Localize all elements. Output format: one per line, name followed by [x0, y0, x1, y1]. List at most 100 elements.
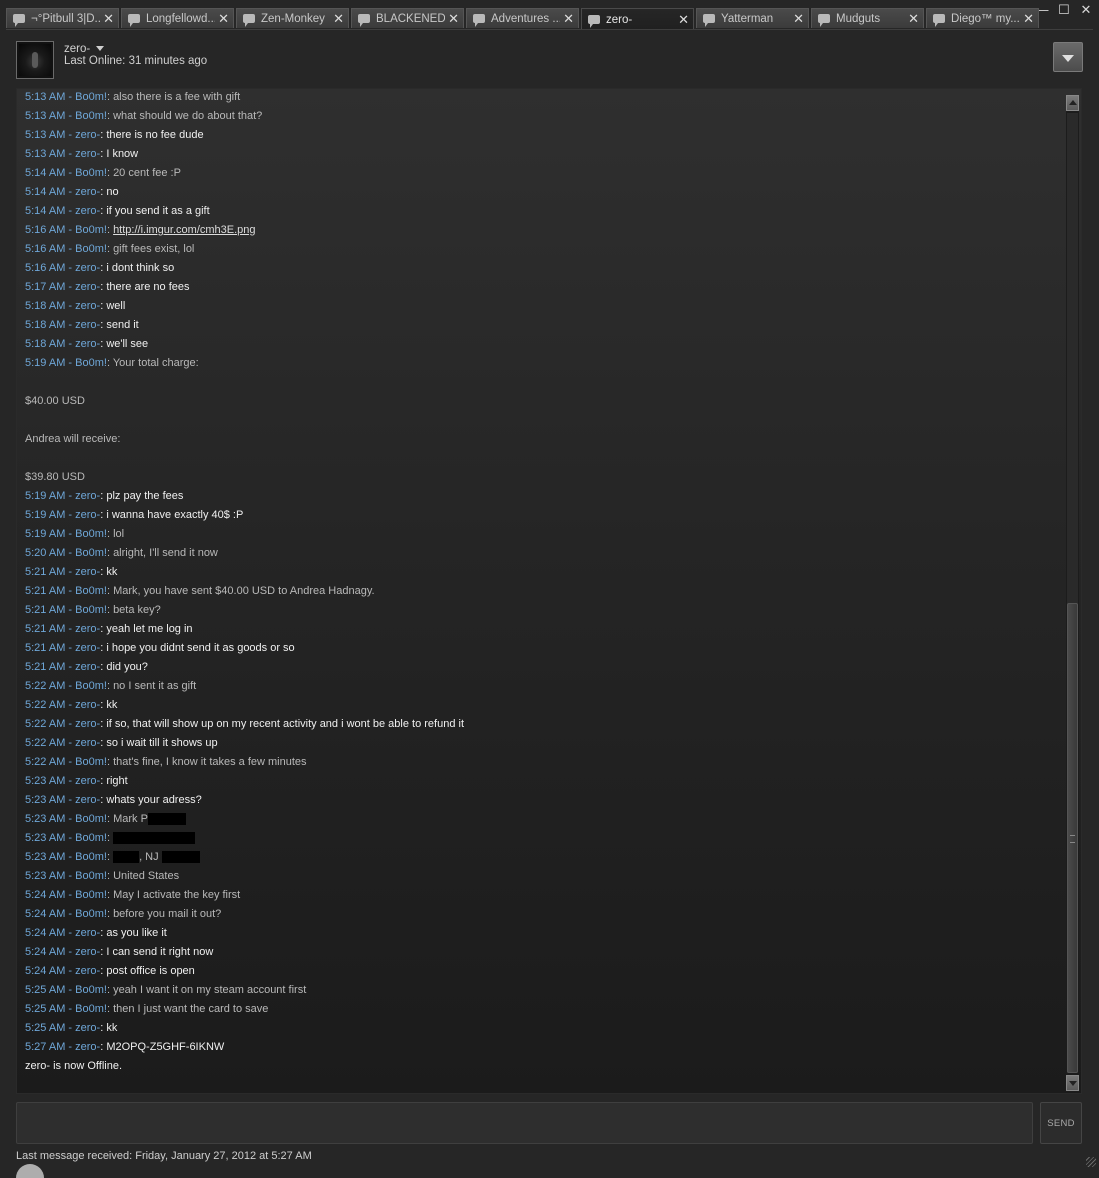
- message-sender[interactable]: zero-: [75, 1041, 100, 1053]
- chat-line: 5:24 AM - zero-: as you like it: [25, 925, 464, 944]
- chat-line: 5:22 AM - Bo0m!: that's fine, I know it …: [25, 754, 464, 773]
- chat-tab[interactable]: BLACKENED ✕: [351, 8, 464, 28]
- chat-line: 5:24 AM - Bo0m!: before you mail it out?: [25, 906, 464, 925]
- message-sender[interactable]: zero-: [75, 718, 100, 730]
- message-timestamp: 5:13 AM: [25, 110, 66, 122]
- message-sender[interactable]: Bo0m!: [75, 870, 107, 882]
- chat-tab[interactable]: Adventures ... ✕: [466, 8, 579, 28]
- chat-tab[interactable]: Zen-Monkey ✕: [236, 8, 349, 28]
- chat-tab[interactable]: zero- ✕: [581, 8, 694, 30]
- scroll-thumb[interactable]: [1067, 603, 1078, 1073]
- message-sender[interactable]: zero-: [75, 566, 100, 578]
- chat-log[interactable]: 5:13 AM - Bo0m!: also there is a fee wit…: [16, 88, 1082, 1094]
- message-sender[interactable]: Bo0m!: [75, 528, 107, 540]
- message-sender[interactable]: zero-: [75, 623, 100, 635]
- message-sender[interactable]: Bo0m!: [75, 889, 107, 901]
- chat-tab[interactable]: ¬°Pitbull 3|D... ✕: [6, 8, 119, 28]
- message-sender[interactable]: zero-: [75, 699, 100, 711]
- redacted-block: [113, 832, 196, 845]
- message-sender[interactable]: zero-: [75, 281, 100, 293]
- scroll-track[interactable]: [1067, 113, 1078, 1073]
- message-sender[interactable]: Bo0m!: [75, 908, 107, 920]
- message-list: 5:13 AM - Bo0m!: also there is a fee wit…: [25, 89, 464, 1077]
- message-sender[interactable]: Bo0m!: [75, 832, 107, 844]
- close-tab-icon[interactable]: ✕: [563, 11, 574, 27]
- maximize-icon[interactable]: ☐: [1057, 2, 1071, 18]
- chat-tab[interactable]: Mudguts ✕: [811, 8, 924, 28]
- separator: -: [65, 813, 76, 825]
- message-sender[interactable]: Bo0m!: [75, 851, 107, 863]
- message-sender[interactable]: Bo0m!: [75, 243, 107, 255]
- message-sender[interactable]: zero-: [75, 509, 100, 521]
- scroll-down-icon[interactable]: [1066, 1075, 1079, 1091]
- message-sender[interactable]: zero-: [75, 794, 100, 806]
- message-text: as you like it: [106, 927, 167, 939]
- scrollbar[interactable]: [1066, 95, 1079, 1091]
- message-sender[interactable]: Bo0m!: [75, 547, 107, 559]
- close-icon[interactable]: ✕: [1079, 2, 1093, 18]
- message-sender[interactable]: zero-: [75, 946, 100, 958]
- chat-tab[interactable]: Yatterman ✕: [696, 8, 809, 28]
- message-text: gift fees exist, lol: [113, 243, 195, 255]
- chevron-down-icon[interactable]: [96, 46, 105, 52]
- chat-line: 5:14 AM - zero-: if you send it as a gif…: [25, 203, 464, 222]
- chat-line: 5:13 AM - zero-: I know: [25, 146, 464, 165]
- avatar[interactable]: [16, 41, 54, 79]
- message-sender[interactable]: Bo0m!: [75, 756, 107, 768]
- message-sender[interactable]: Bo0m!: [75, 91, 107, 103]
- message-sender[interactable]: Bo0m!: [75, 1003, 107, 1015]
- message-sender[interactable]: Bo0m!: [75, 813, 107, 825]
- tab-label: BLACKENED: [376, 12, 446, 25]
- close-tab-icon[interactable]: ✕: [103, 11, 114, 27]
- message-sender[interactable]: Bo0m!: [75, 224, 107, 236]
- chat-line: 5:21 AM - zero-: yeah let me log in: [25, 621, 464, 640]
- message-sender[interactable]: Bo0m!: [75, 984, 107, 996]
- separator: -: [65, 927, 76, 939]
- close-tab-icon[interactable]: ✕: [908, 11, 919, 27]
- message-sender[interactable]: zero-: [75, 927, 100, 939]
- message-link[interactable]: http://i.imgur.com/cmh3E.png: [113, 224, 255, 236]
- close-tab-icon[interactable]: ✕: [1023, 11, 1034, 27]
- message-text: kk: [106, 566, 118, 578]
- send-button[interactable]: SEND: [1040, 1102, 1082, 1144]
- message-sender[interactable]: zero-: [75, 262, 100, 274]
- message-sender[interactable]: Bo0m!: [75, 680, 107, 692]
- message-sender[interactable]: zero-: [75, 965, 100, 977]
- message-sender[interactable]: zero-: [75, 490, 100, 502]
- message-sender[interactable]: zero-: [75, 661, 100, 673]
- chat-menu-button[interactable]: [1053, 42, 1083, 72]
- message-sender[interactable]: zero-: [75, 186, 100, 198]
- close-tab-icon[interactable]: ✕: [333, 11, 344, 27]
- message-sender[interactable]: zero-: [75, 737, 100, 749]
- close-tab-icon[interactable]: ✕: [448, 11, 459, 27]
- friend-name[interactable]: zero-: [64, 43, 105, 55]
- separator: -: [65, 756, 76, 768]
- chat-tab[interactable]: Longfellowd... ✕: [121, 8, 234, 28]
- message-sender[interactable]: zero-: [75, 148, 100, 160]
- close-tab-icon[interactable]: ✕: [678, 12, 689, 28]
- chat-tab[interactable]: Diego™ my... ✕: [926, 8, 1039, 28]
- close-tab-icon[interactable]: ✕: [793, 11, 804, 27]
- message-sender[interactable]: zero-: [75, 338, 100, 350]
- message-sender[interactable]: zero-: [75, 319, 100, 331]
- message-sender[interactable]: zero-: [75, 129, 100, 141]
- tab-label: Mudguts: [836, 12, 881, 25]
- scroll-up-icon[interactable]: [1066, 95, 1079, 111]
- message-sender[interactable]: zero-: [75, 1022, 100, 1034]
- separator: -: [65, 604, 76, 616]
- message-sender[interactable]: Bo0m!: [75, 167, 107, 179]
- close-tab-icon[interactable]: ✕: [218, 11, 229, 27]
- message-input[interactable]: [16, 1102, 1033, 1144]
- message-sender[interactable]: Bo0m!: [75, 357, 107, 369]
- message-sender[interactable]: Bo0m!: [75, 110, 107, 122]
- message-sender[interactable]: Bo0m!: [75, 604, 107, 616]
- message-sender[interactable]: zero-: [75, 300, 100, 312]
- message-sender[interactable]: zero-: [75, 775, 100, 787]
- message-text: so i wait till it shows up: [106, 737, 218, 749]
- chat-line: 5:21 AM - Bo0m!: Mark, you have sent $40…: [25, 583, 464, 602]
- message-timestamp: 5:14 AM: [25, 167, 66, 179]
- message-sender[interactable]: zero-: [75, 205, 100, 217]
- resize-grip-icon[interactable]: [1086, 1157, 1096, 1167]
- message-sender[interactable]: Bo0m!: [75, 585, 107, 597]
- message-sender[interactable]: zero-: [75, 642, 100, 654]
